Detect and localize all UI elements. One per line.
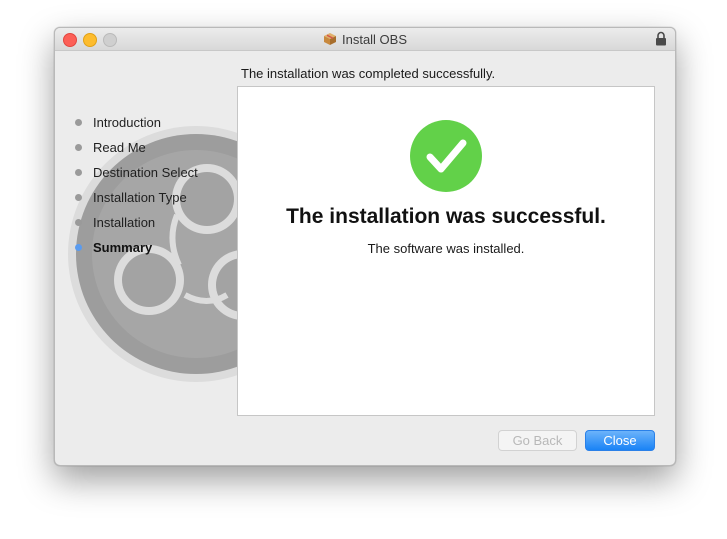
step-label: Installation xyxy=(93,215,156,230)
go-back-button[interactable]: Go Back xyxy=(498,430,577,451)
success-title: The installation was successful. xyxy=(286,205,606,228)
step-installation-type: Installation Type xyxy=(73,185,198,210)
step-label: Read Me xyxy=(93,140,146,155)
step-installation: Installation xyxy=(73,210,198,235)
title-bar: Install OBS xyxy=(55,28,675,51)
window-title: Install OBS xyxy=(341,31,408,47)
success-subtitle: The software was installed. xyxy=(367,241,525,256)
content-panel: The installation was successful. The sof… xyxy=(237,86,655,416)
step-read-me: Read Me xyxy=(73,135,198,160)
step-summary: Summary xyxy=(73,235,198,260)
step-introduction: Introduction xyxy=(73,110,198,135)
step-label: Introduction xyxy=(93,115,161,130)
close-button[interactable]: Close xyxy=(585,430,655,451)
installer-steps-list: Introduction Read Me Destination Select … xyxy=(73,110,198,260)
step-destination-select: Destination Select xyxy=(73,160,198,185)
step-label: Summary xyxy=(93,240,153,255)
active-step-dot xyxy=(75,244,82,251)
installer-window: Install OBS The installation was complet… xyxy=(54,27,676,466)
window-title-container: Install OBS xyxy=(55,28,675,50)
package-icon xyxy=(323,33,336,45)
checkmark-icon xyxy=(426,139,467,173)
step-dot xyxy=(75,119,82,126)
step-label: Destination Select xyxy=(93,165,198,180)
step-label: Installation Type xyxy=(93,190,187,205)
step-dot xyxy=(75,194,82,201)
lock-icon xyxy=(656,31,666,46)
status-header: The installation was completed successfu… xyxy=(241,66,496,81)
success-badge xyxy=(410,120,482,192)
step-dot xyxy=(75,169,82,176)
step-dot xyxy=(75,219,82,226)
step-dot xyxy=(75,144,82,151)
